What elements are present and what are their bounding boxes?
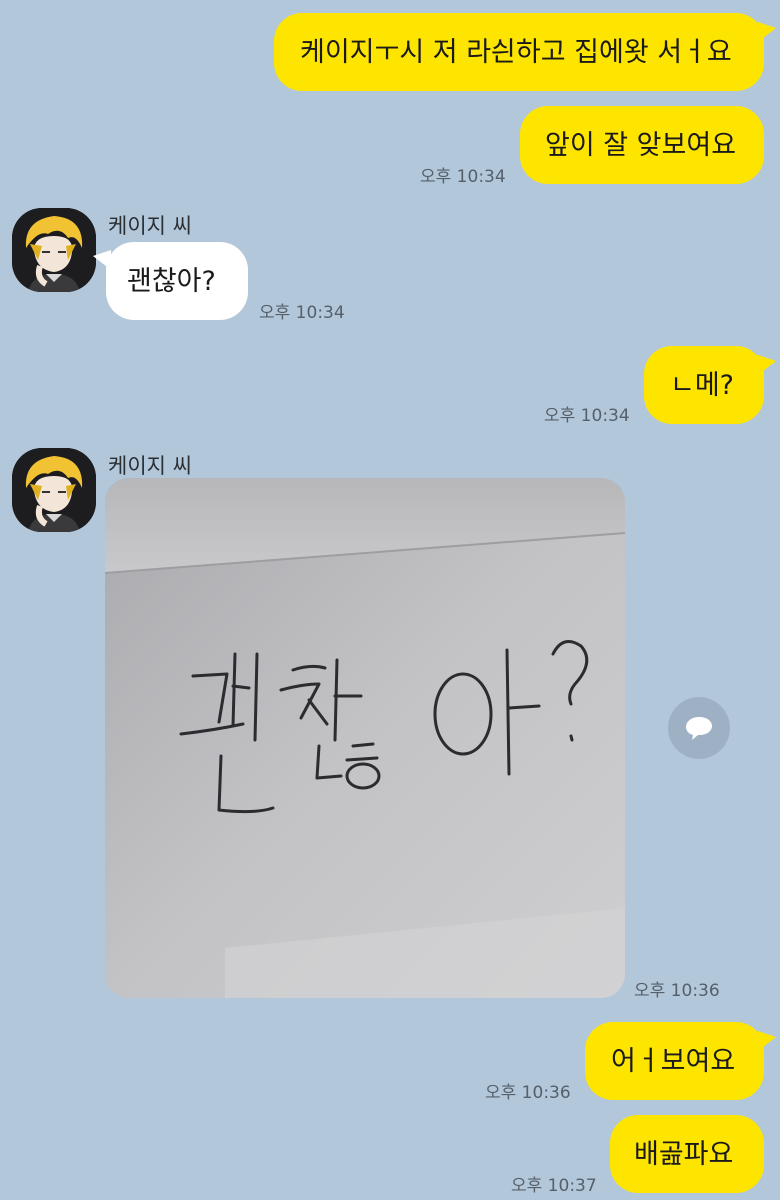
contact-name: 케이지 씨 (108, 454, 192, 478)
contact-avatar[interactable] (12, 448, 96, 532)
handwritten-note-photo (105, 478, 625, 998)
my-message-bubble[interactable]: 앞이 잘 앚보여요 (520, 106, 764, 184)
message-text: 케이지ㅜ시 저 라싄하고 집에왓 서ㅓ요 (300, 36, 732, 68)
their-message-bubble[interactable]: 괜찮아? (106, 242, 248, 320)
contact-name: 케이지 씨 (108, 214, 192, 238)
my-message-bubble[interactable]: 케이지ㅜ시 저 라싄하고 집에왓 서ㅓ요 (274, 13, 764, 91)
message-text: 괜찮아? (127, 265, 216, 297)
contact-avatar[interactable] (12, 208, 96, 292)
my-message-bubble[interactable]: ㄴ메? (644, 346, 764, 424)
avatar-image (12, 448, 96, 532)
avatar-image (12, 208, 96, 292)
message-timestamp: 오후 10:36 (485, 1083, 571, 1103)
message-text: ㄴ메? (670, 369, 735, 401)
photo-message[interactable] (105, 478, 625, 998)
message-timestamp: 오후 10:37 (511, 1176, 597, 1196)
speech-bubble-icon (686, 717, 712, 740)
my-message-bubble[interactable]: 어ㅓ보여요 (585, 1022, 764, 1100)
message-text: 앞이 잘 앚보여요 (545, 129, 737, 161)
bubble-tail (758, 355, 776, 375)
bubble-tail (758, 1031, 776, 1051)
bubble-tail (758, 22, 776, 42)
message-timestamp: 오후 10:34 (544, 406, 630, 426)
message-timestamp: 오후 10:36 (634, 981, 720, 1001)
message-text: 배곮파요 (634, 1138, 734, 1170)
message-text: 어ㅓ보여요 (611, 1045, 736, 1077)
share-button[interactable] (668, 697, 730, 759)
my-message-bubble[interactable]: 배곮파요 (610, 1115, 764, 1193)
message-timestamp: 오후 10:34 (259, 303, 345, 323)
message-timestamp: 오후 10:34 (420, 167, 506, 187)
